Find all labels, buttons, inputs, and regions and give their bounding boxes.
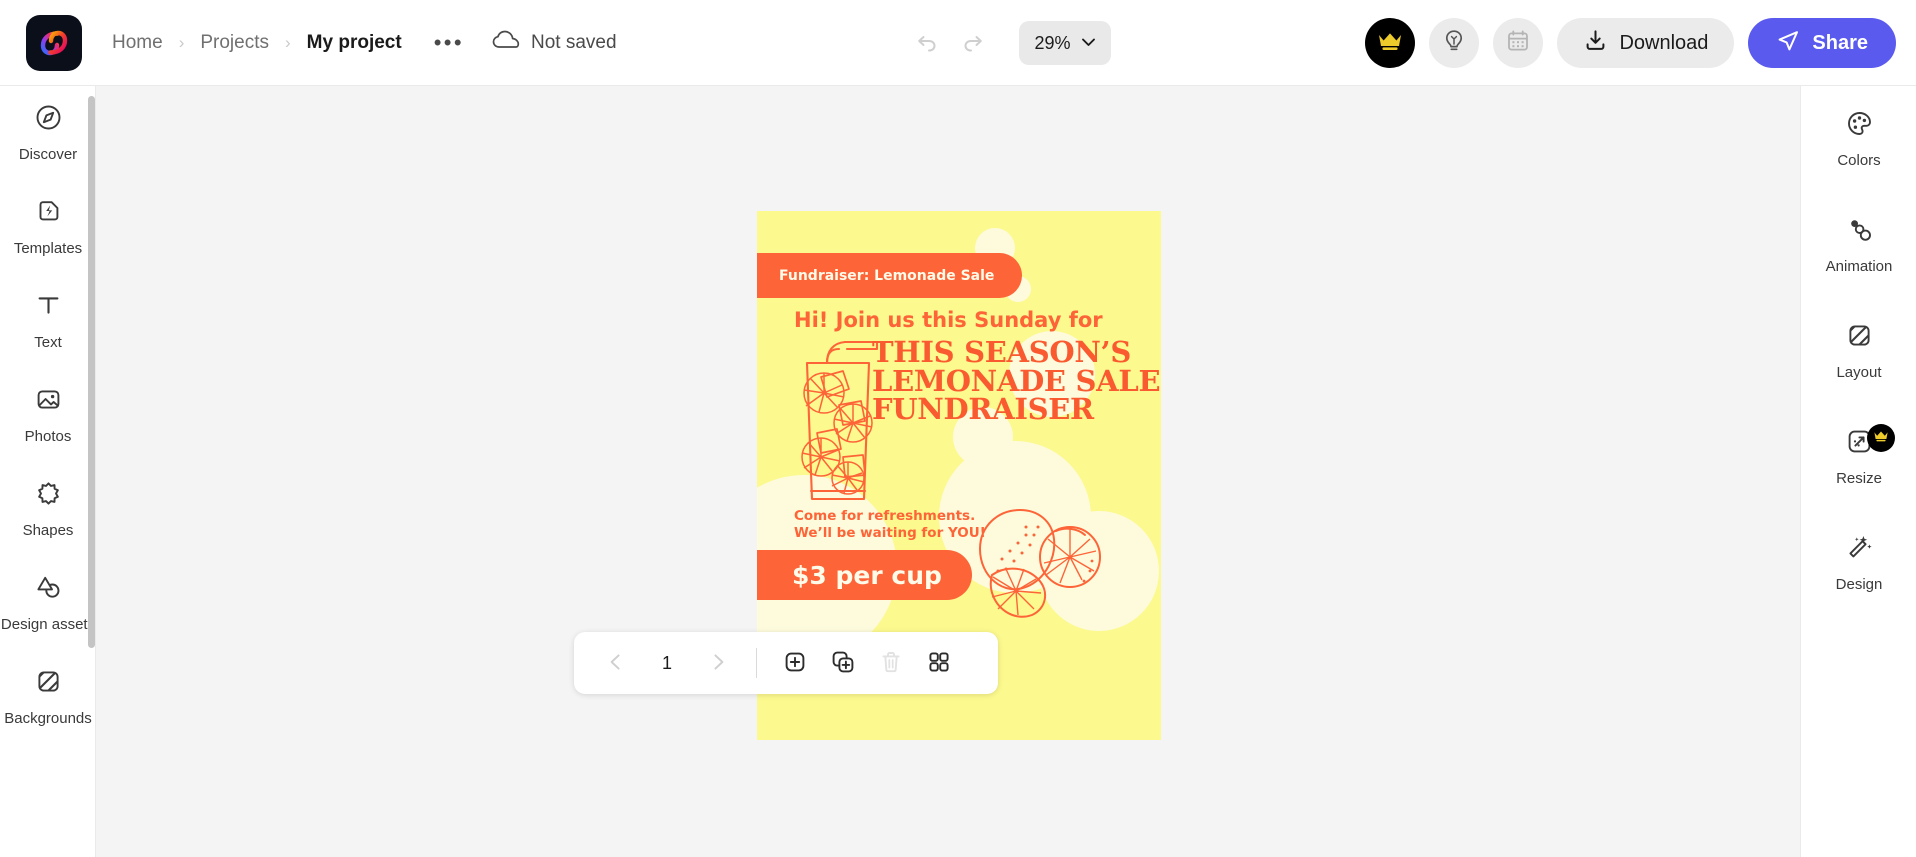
crown-icon xyxy=(1873,429,1889,447)
more-options-button[interactable]: ••• xyxy=(428,28,470,58)
previous-page-button[interactable] xyxy=(592,639,640,687)
breadcrumb-item-home[interactable]: Home xyxy=(108,30,167,56)
undo-button[interactable] xyxy=(905,22,947,64)
rail-item-shapes[interactable]: Shapes xyxy=(0,462,95,556)
chevron-right-icon xyxy=(708,652,728,675)
download-icon xyxy=(1583,28,1608,59)
poster-tag-label: Fundraiser: Lemonade Sale xyxy=(779,267,995,284)
poster-price-label: $3 per cup xyxy=(792,560,942,590)
delete-page-button[interactable] xyxy=(867,639,915,687)
top-bar: Home › Projects › My project ••• Not sav… xyxy=(0,0,1916,86)
shapes-icon xyxy=(34,479,63,513)
animation-icon xyxy=(1845,215,1874,249)
share-button[interactable]: Share xyxy=(1748,18,1896,68)
add-page-icon xyxy=(783,650,807,677)
rail-label-discover: Discover xyxy=(18,146,78,163)
templates-icon xyxy=(34,197,63,231)
add-page-button[interactable] xyxy=(771,639,819,687)
right-rail-label-design: Design xyxy=(1835,576,1883,593)
chevron-down-icon xyxy=(1081,34,1096,52)
right-rail-label-colors: Colors xyxy=(1837,152,1881,169)
grid-view-button[interactable] xyxy=(915,639,963,687)
rail-item-backgrounds[interactable]: Backgrounds xyxy=(0,650,95,744)
photo-icon xyxy=(34,385,63,419)
compass-icon xyxy=(34,103,63,137)
download-button[interactable]: Download xyxy=(1557,18,1735,68)
magic-wand-icon xyxy=(1845,533,1874,567)
palette-icon xyxy=(1845,109,1874,143)
right-rail-label-resize: Resize xyxy=(1836,470,1882,487)
premium-badge-button[interactable] xyxy=(1365,18,1416,68)
design-assets-icon xyxy=(34,573,63,607)
zoom-level-select[interactable]: 29% xyxy=(1019,21,1111,65)
rail-item-photos[interactable]: Photos xyxy=(0,368,95,462)
breadcrumb-separator-icon: › xyxy=(285,33,291,52)
poster-subtext-line-1: Come for refreshments. xyxy=(794,508,976,524)
rail-item-text[interactable]: Text xyxy=(0,274,95,368)
download-button-label: Download xyxy=(1619,31,1709,54)
poster-subtext[interactable]: Come for refreshments. We’ll be waiting … xyxy=(794,508,986,542)
rail-label-shapes: Shapes xyxy=(22,522,74,539)
history-and-zoom-controls: 29% xyxy=(905,0,1111,86)
layout-icon xyxy=(1845,321,1874,355)
left-rail-scrollbar[interactable] xyxy=(88,96,95,648)
calendar-icon xyxy=(1505,28,1531,59)
save-status-label: Not saved xyxy=(531,31,617,53)
lemon-slices-illustration xyxy=(962,501,1102,621)
save-status: Not saved xyxy=(492,30,617,55)
rail-label-design-assets: Design assets xyxy=(0,616,96,633)
canvas-area[interactable]: Fundraiser: Lemonade Sale Hi! Join us th… xyxy=(96,86,1800,857)
rail-label-text: Text xyxy=(34,334,62,351)
poster-price-pill[interactable]: $3 per cup xyxy=(757,550,972,600)
poster-subtext-line-2: We’ll be waiting for YOU! xyxy=(794,524,986,541)
right-rail-item-design[interactable]: Design xyxy=(1801,510,1916,616)
duplicate-page-button[interactable] xyxy=(819,639,867,687)
poster-headline[interactable]: THIS SEASON’S LEMONADE SALE FUNDRAISER xyxy=(872,337,1161,424)
lightbulb-icon xyxy=(1441,28,1467,59)
adobe-express-logo[interactable] xyxy=(26,14,82,71)
page-number-label[interactable]: 1 xyxy=(640,653,694,674)
right-rail-label-layout: Layout xyxy=(1836,364,1882,381)
rail-label-templates: Templates xyxy=(13,240,83,257)
toolbar-divider xyxy=(756,648,757,678)
right-rail-item-animation[interactable]: Animation xyxy=(1801,192,1916,298)
backgrounds-icon xyxy=(34,667,63,701)
breadcrumb-separator-icon: › xyxy=(178,33,185,52)
trash-icon xyxy=(879,650,903,677)
duplicate-page-icon xyxy=(831,650,855,677)
left-tool-rail: Discover Templates Text Photos Shapes De… xyxy=(0,86,96,857)
breadcrumb-item-my-project[interactable]: My project xyxy=(303,30,406,56)
page-toolbar: 1 xyxy=(574,632,998,694)
text-icon xyxy=(34,291,63,325)
zoom-level-value: 29% xyxy=(1034,32,1071,53)
breadcrumb: Home › Projects › My project xyxy=(108,30,406,56)
cloud-icon xyxy=(492,30,520,55)
ideas-button[interactable] xyxy=(1429,18,1480,68)
redo-button[interactable] xyxy=(953,22,995,64)
share-button-label: Share xyxy=(1812,31,1868,54)
rail-item-discover[interactable]: Discover xyxy=(0,86,95,180)
send-icon xyxy=(1776,28,1801,59)
rail-label-backgrounds: Backgrounds xyxy=(4,710,92,727)
resize-pro-badge xyxy=(1867,424,1895,452)
right-tool-rail: Colors Animation Layout Resize Design xyxy=(1800,86,1916,857)
poster-tag-pill[interactable]: Fundraiser: Lemonade Sale xyxy=(757,253,1023,298)
rail-item-design-assets[interactable]: Design assets xyxy=(0,556,96,650)
crown-icon xyxy=(1377,31,1403,56)
next-page-button[interactable] xyxy=(694,639,742,687)
right-rail-item-resize[interactable]: Resize xyxy=(1801,404,1916,510)
rail-label-photos: Photos xyxy=(24,428,72,445)
breadcrumb-item-projects[interactable]: Projects xyxy=(196,30,273,56)
schedule-button[interactable] xyxy=(1493,18,1544,68)
right-rail-label-animation: Animation xyxy=(1825,258,1893,275)
right-rail-item-colors[interactable]: Colors xyxy=(1801,86,1916,192)
rail-item-templates[interactable]: Templates xyxy=(0,180,95,274)
chevron-left-icon xyxy=(606,652,626,675)
right-rail-item-layout[interactable]: Layout xyxy=(1801,298,1916,404)
top-bar-actions: Download Share xyxy=(1365,0,1896,86)
grid-view-icon xyxy=(927,650,951,677)
poster-greeting[interactable]: Hi! Join us this Sunday for xyxy=(794,308,1103,332)
